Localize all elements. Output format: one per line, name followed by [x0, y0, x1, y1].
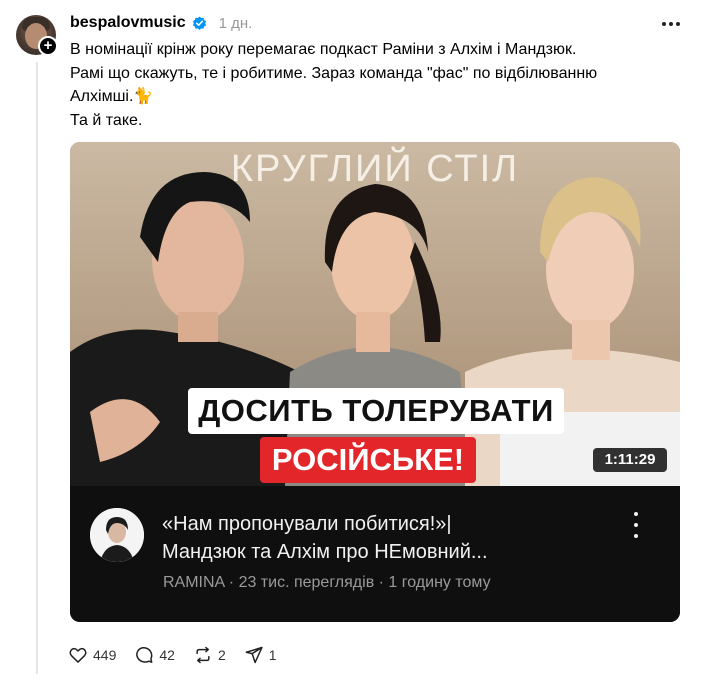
post-line: Алхімші.🐈: [70, 88, 154, 105]
thread-line: [36, 62, 38, 674]
video-card[interactable]: КРУГЛИЙ СТІЛ ДОСИТЬ ТОЛЕРУВАТИ РОСІЙСЬКЕ…: [70, 142, 680, 622]
post-line: Та й таке.: [70, 111, 143, 129]
comment-button[interactable]: 42: [134, 645, 175, 665]
channel-avatar[interactable]: [90, 508, 144, 562]
video-meta: RAMINA · 23 тис. переглядів · 1 годину т…: [163, 574, 491, 591]
thumbnail-illustration: [70, 142, 680, 486]
repost-icon: [196, 646, 210, 664]
video-title[interactable]: «Нам пропонували побитися!»| Мандзюк та …: [162, 510, 622, 566]
share-icon: [245, 646, 263, 664]
thumbnail-title: КРУГЛИЙ СТІЛ: [230, 148, 520, 190]
post-header: bespalovmusic 1 дн.: [70, 13, 252, 33]
share-button[interactable]: 1: [244, 645, 277, 665]
post-text: В номінації крінж року перемагає подкаст…: [70, 38, 670, 132]
thumbnail-headline-bottom: РОСІЙСЬКЕ!: [260, 437, 476, 483]
repost-count: 2: [217, 647, 226, 663]
like-count: 449: [93, 647, 117, 663]
video-info[interactable]: «Нам пропонували побитися!»| Мандзюк та …: [70, 486, 680, 622]
video-thumbnail[interactable]: КРУГЛИЙ СТІЛ ДОСИТЬ ТОЛЕРУВАТИ РОСІЙСЬКЕ…: [70, 142, 680, 486]
comment-count: 42: [159, 647, 175, 663]
plus-icon[interactable]: +: [38, 36, 58, 56]
username[interactable]: bespalovmusic: [70, 14, 186, 32]
post-line: В номінації крінж року перемагає подкаст…: [70, 41, 577, 58]
heart-icon: [69, 647, 87, 663]
repost-button[interactable]: 2: [193, 645, 226, 665]
video-duration: 1:11:29: [593, 448, 667, 472]
action-bar: 449 42 2 1: [68, 643, 295, 667]
like-button[interactable]: 449: [68, 645, 116, 665]
comment-icon: [136, 647, 153, 663]
video-title-line: «Нам пропонували побитися!»|: [162, 513, 452, 535]
share-count: 1: [268, 647, 277, 663]
more-icon[interactable]: [658, 15, 684, 33]
post-time: 1 дн.: [218, 14, 253, 32]
verified-icon: [192, 16, 206, 30]
kebab-icon[interactable]: [626, 512, 646, 538]
video-title-line: Мандзюк та Алхім про НЕмовний...: [162, 541, 488, 563]
post-line: Рамі що скажуть, те і робитиме. Зараз ко…: [70, 64, 598, 82]
thumbnail-headline-top: ДОСИТЬ ТОЛЕРУВАТИ: [188, 388, 564, 434]
